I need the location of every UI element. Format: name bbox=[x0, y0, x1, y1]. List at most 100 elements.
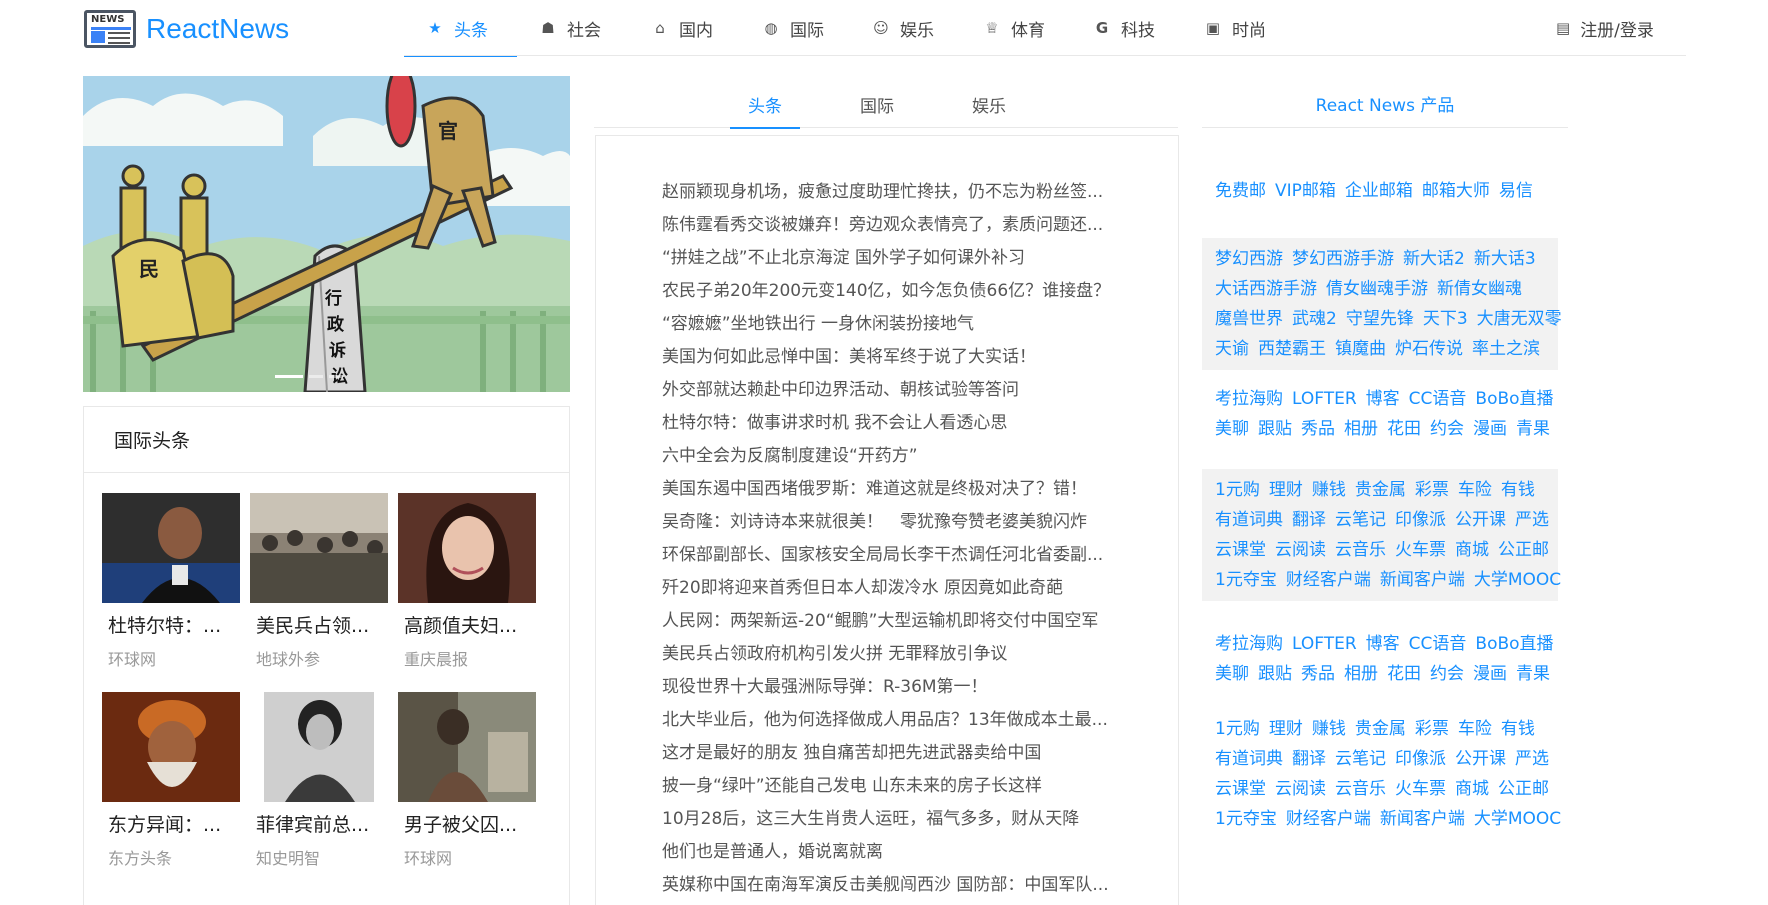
product-link[interactable]: 彩票 bbox=[1415, 719, 1449, 739]
product-link[interactable]: 1元夺宝 bbox=[1215, 809, 1277, 829]
product-link[interactable]: 相册 bbox=[1344, 664, 1378, 684]
product-link[interactable]: 漫画 bbox=[1473, 419, 1507, 439]
product-link[interactable]: 大学MOOC bbox=[1474, 570, 1561, 590]
tab-yule[interactable]: 娱乐 bbox=[972, 80, 1006, 128]
product-link[interactable]: 免费邮 bbox=[1215, 181, 1266, 201]
product-link[interactable]: 赚钱 bbox=[1312, 719, 1346, 739]
headline-link[interactable]: 披一身“绿叶”还能自己发电 山东未来的房子长这样 bbox=[662, 770, 1112, 803]
nav-item-guoji[interactable]: ◍ 国际 bbox=[740, 0, 850, 56]
tab-toutiao[interactable]: 头条 bbox=[730, 80, 800, 129]
news-card[interactable]: 杜特尔特：... 环球网 bbox=[102, 493, 240, 670]
headline-link[interactable]: “拼娃之战”不止北京海淀 国外学子如何课外补习 bbox=[662, 242, 1112, 275]
product-link[interactable]: CC语音 bbox=[1409, 389, 1467, 409]
product-link[interactable]: 车险 bbox=[1458, 480, 1492, 500]
product-link[interactable]: 企业邮箱 bbox=[1345, 181, 1413, 201]
product-link[interactable]: 公正邮 bbox=[1498, 540, 1549, 560]
product-link[interactable]: 有钱 bbox=[1501, 480, 1535, 500]
headline-link[interactable]: 英媒称中国在南海军演反击美舰闯西沙 国防部：中国军队... bbox=[662, 869, 1112, 902]
product-link[interactable]: 武魂2 bbox=[1292, 309, 1337, 329]
nav-item-toutiao[interactable]: ★ 头条 bbox=[404, 0, 517, 57]
news-card[interactable]: 菲律宾前总... 知史明智 bbox=[250, 692, 388, 869]
headline-link[interactable]: 现役世界十大最强洲际导弹：R-36M第一！ bbox=[662, 671, 1112, 704]
product-link[interactable]: 财经客户端 bbox=[1286, 809, 1371, 829]
product-link[interactable]: 公开课 bbox=[1455, 749, 1506, 769]
product-link[interactable]: 新倩女幽魂 bbox=[1437, 279, 1522, 299]
product-link[interactable]: 倩女幽魂手游 bbox=[1326, 279, 1428, 299]
product-link[interactable]: 公开课 bbox=[1455, 510, 1506, 530]
product-link[interactable]: 大唐无双零 bbox=[1477, 309, 1562, 329]
product-link[interactable]: 赚钱 bbox=[1312, 480, 1346, 500]
nav-item-keji[interactable]: G 科技 bbox=[1071, 0, 1182, 56]
product-link[interactable]: 博客 bbox=[1366, 389, 1400, 409]
product-link[interactable]: 贵金属 bbox=[1355, 719, 1406, 739]
product-link[interactable]: 理财 bbox=[1269, 719, 1303, 739]
product-link[interactable]: 大话西游手游 bbox=[1215, 279, 1317, 299]
product-link[interactable]: 彩票 bbox=[1415, 480, 1449, 500]
headline-link[interactable]: 环保部副部长、国家核安全局局长李干杰调任河北省委副... bbox=[662, 539, 1112, 572]
news-card[interactable]: 东方异闻：... 东方头条 bbox=[102, 692, 240, 869]
nav-item-shehui[interactable]: ☗ 社会 bbox=[517, 0, 629, 56]
news-card[interactable]: 美民兵占领... 地球外参 bbox=[250, 493, 388, 670]
headline-link[interactable]: 这才是最好的朋友 独自痛苦却把先进武器卖给中国 bbox=[662, 737, 1112, 770]
product-link[interactable]: 财经客户端 bbox=[1286, 570, 1371, 590]
tab-guoji[interactable]: 国际 bbox=[860, 80, 894, 128]
product-link[interactable]: 考拉海购 bbox=[1215, 634, 1283, 654]
product-link[interactable]: 花田 bbox=[1387, 664, 1421, 684]
carousel-dot[interactable] bbox=[309, 375, 323, 378]
product-link[interactable]: 翻译 bbox=[1292, 510, 1326, 530]
product-link[interactable]: 约会 bbox=[1430, 419, 1464, 439]
product-link[interactable]: 有钱 bbox=[1501, 719, 1535, 739]
product-link[interactable]: 车险 bbox=[1458, 719, 1492, 739]
headline-link[interactable]: 陈伟霆看秀交谈被嫌弃！旁边观众表情亮了，素质问题还... bbox=[662, 209, 1112, 242]
product-link[interactable]: 新大话2 bbox=[1403, 249, 1465, 269]
headline-link[interactable]: 美民兵占领政府机构引发火拼 无罪释放引争议 bbox=[662, 638, 1112, 671]
product-link[interactable]: BoBo直播 bbox=[1475, 389, 1553, 409]
product-link[interactable]: 邮箱大师 bbox=[1422, 181, 1490, 201]
headline-link[interactable]: 歼20即将迎来首秀但日本人却泼冷水 原因竟如此奇葩 bbox=[662, 572, 1112, 605]
product-link[interactable]: 有道词典 bbox=[1215, 749, 1283, 769]
product-link[interactable]: 约会 bbox=[1430, 664, 1464, 684]
product-link[interactable]: 火车票 bbox=[1395, 779, 1446, 799]
product-link[interactable]: 秀品 bbox=[1301, 664, 1335, 684]
headline-link[interactable]: 六中全会为反腐制度建设“开药方” bbox=[662, 440, 1112, 473]
headline-link[interactable]: 吴奇隆：刘诗诗本来就很美！ 零犹豫夸赞老婆美貌闪炸 bbox=[662, 506, 1112, 539]
product-link[interactable]: 青果 bbox=[1516, 664, 1550, 684]
headline-link[interactable]: 10月28后，这三大生肖贵人运旺，福气多多，财从天降 bbox=[662, 803, 1112, 836]
product-link[interactable]: 美聊 bbox=[1215, 419, 1249, 439]
product-link[interactable]: 易信 bbox=[1499, 181, 1533, 201]
product-link[interactable]: BoBo直播 bbox=[1475, 634, 1553, 654]
product-link[interactable]: 商城 bbox=[1455, 540, 1489, 560]
product-link[interactable]: 魔兽世界 bbox=[1215, 309, 1283, 329]
product-link[interactable]: 火车票 bbox=[1395, 540, 1446, 560]
product-link[interactable]: 1元购 bbox=[1215, 480, 1260, 500]
product-link[interactable]: 天下3 bbox=[1423, 309, 1468, 329]
product-link[interactable]: 云音乐 bbox=[1335, 779, 1386, 799]
nav-item-guonei[interactable]: ⌂ 国内 bbox=[629, 0, 740, 56]
product-link[interactable]: 秀品 bbox=[1301, 419, 1335, 439]
product-link[interactable]: 云音乐 bbox=[1335, 540, 1386, 560]
product-link[interactable]: 跟贴 bbox=[1258, 419, 1292, 439]
product-link[interactable]: 云阅读 bbox=[1275, 779, 1326, 799]
product-link[interactable]: 新闻客户端 bbox=[1380, 809, 1465, 829]
product-link[interactable]: 云阅读 bbox=[1275, 540, 1326, 560]
product-link[interactable]: 贵金属 bbox=[1355, 480, 1406, 500]
product-link[interactable]: 严选 bbox=[1515, 510, 1549, 530]
register-login-link[interactable]: ▤ 注册/登录 bbox=[1556, 0, 1654, 56]
logo[interactable]: NEWS ReactNews bbox=[84, 10, 289, 48]
product-link[interactable]: 西楚霸王 bbox=[1258, 339, 1326, 359]
product-link[interactable]: 青果 bbox=[1516, 419, 1550, 439]
product-link[interactable]: 美聊 bbox=[1215, 664, 1249, 684]
headline-link[interactable]: 人民网：两架新运-20“鲲鹏”大型运输机即将交付中国空军 bbox=[662, 605, 1112, 638]
product-link[interactable]: 梦幻西游 bbox=[1215, 249, 1283, 269]
nav-item-yule[interactable]: ☺ 娱乐 bbox=[850, 0, 961, 56]
product-link[interactable]: 新闻客户端 bbox=[1380, 570, 1465, 590]
headline-link[interactable]: 美国东遏中国西堵俄罗斯：难道这就是终极对决了？错！ bbox=[662, 473, 1112, 506]
product-link[interactable]: 花田 bbox=[1387, 419, 1421, 439]
product-link[interactable]: 跟贴 bbox=[1258, 664, 1292, 684]
nav-item-tiyu[interactable]: ♕ 体育 bbox=[961, 0, 1071, 56]
product-link[interactable]: CC语音 bbox=[1409, 634, 1467, 654]
product-link[interactable]: 翻译 bbox=[1292, 749, 1326, 769]
product-link[interactable]: 商城 bbox=[1455, 779, 1489, 799]
headline-link[interactable]: “容嬷嬷”坐地铁出行 一身休闲装扮接地气 bbox=[662, 308, 1112, 341]
product-link[interactable]: 相册 bbox=[1344, 419, 1378, 439]
